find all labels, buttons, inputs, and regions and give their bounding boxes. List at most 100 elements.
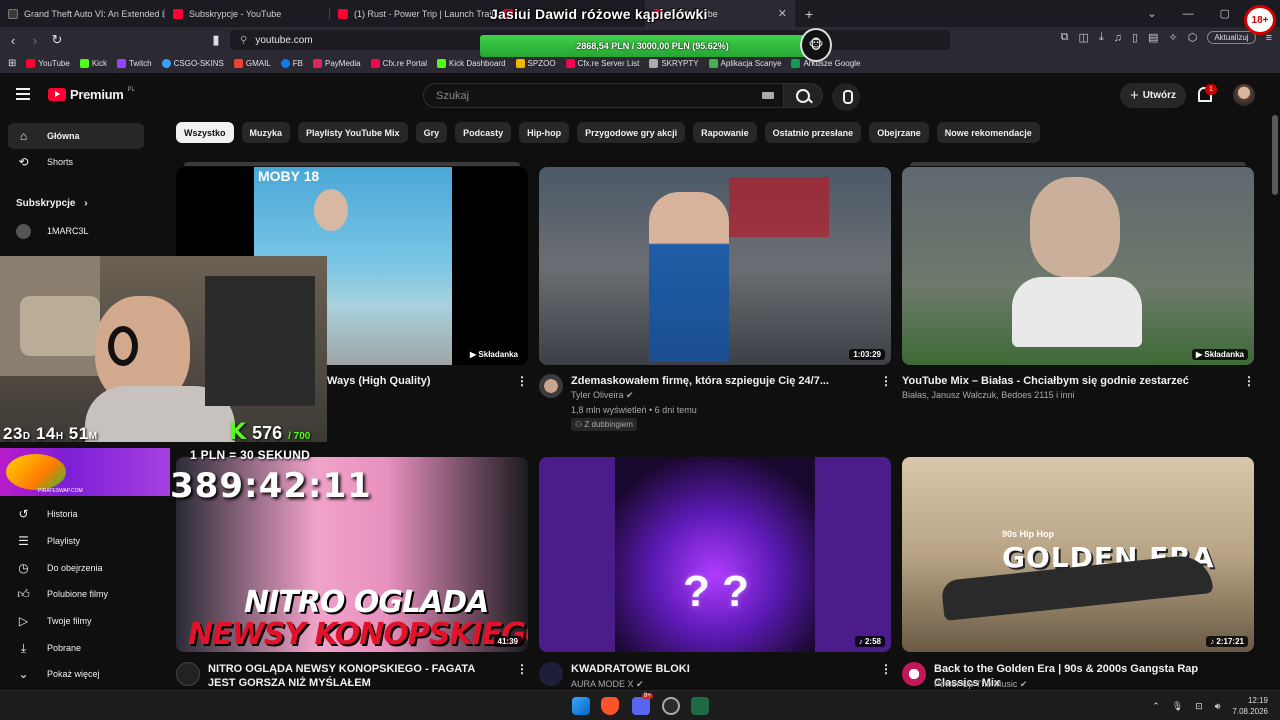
bookmark-item[interactable]: PayMedia — [313, 58, 361, 68]
reload-icon[interactable]: ↻ — [46, 32, 68, 48]
chip[interactable]: Ostatnio przesłane — [764, 122, 862, 143]
sidebar-item-liked[interactable]: 👍︎ Polubione filmy — [8, 581, 144, 607]
more-options-icon[interactable]: ⋮ — [880, 662, 892, 676]
chip[interactable]: Hip-hop — [519, 122, 570, 143]
apps-grid-icon[interactable]: ⊞ — [8, 58, 16, 69]
chip[interactable]: Gry — [415, 122, 448, 143]
music-icon[interactable]: ♫ — [1114, 32, 1122, 44]
video-title[interactable]: Zdemaskowałem firmę, która szpieguje Cię… — [571, 374, 861, 388]
browser-tab[interactable]: Grand Theft Auto VI: An Extended Lo — [0, 0, 165, 27]
bookmark-item[interactable]: YouTube — [26, 58, 70, 68]
chip[interactable]: Obejrzane — [869, 122, 929, 143]
create-button[interactable]: + Utwórz — [1120, 83, 1186, 108]
channel-avatar[interactable] — [176, 662, 200, 686]
browser-tab[interactable]: (1) Rust - Power Trip | Launch Trailer — [330, 0, 495, 27]
bookmark-item[interactable]: Aplikacja Scanye — [708, 58, 781, 68]
video-title[interactable]: YouTube Mix – Białas - Chciałbym się god… — [902, 374, 1232, 388]
chevron-up-icon[interactable]: ⌃ — [1152, 701, 1160, 712]
sidebar-item-home[interactable]: ⌂ Główna — [8, 123, 144, 149]
menu-icon[interactable] — [16, 88, 30, 100]
scrollbar-thumb[interactable] — [1272, 115, 1278, 195]
bookmark-item[interactable]: SKRYPTY — [649, 58, 699, 68]
chip[interactable]: Podcasty — [455, 122, 512, 143]
chip[interactable]: Przygodowe gry akcji — [577, 122, 686, 143]
channel-avatar[interactable] — [539, 662, 563, 686]
forward-icon[interactable]: › — [24, 33, 46, 48]
discord-icon[interactable] — [632, 697, 650, 715]
video-thumbnail[interactable]: 90s Hip Hop GOLDEN ERA ♪ 2:17:21 — [902, 457, 1254, 652]
close-tab-icon[interactable]: ✕ — [778, 7, 787, 20]
bookmark-item[interactable]: GMAIL — [233, 58, 271, 68]
bookmark-item[interactable]: FB — [280, 58, 303, 68]
app-icon[interactable] — [662, 697, 680, 715]
network-icon[interactable]: ⊡ — [1195, 701, 1203, 712]
chip[interactable]: Wszystko — [176, 122, 234, 143]
more-options-icon[interactable]: ⋮ — [516, 662, 528, 676]
sidebar-item-show-more[interactable]: ⌄ Pokaż więcej — [8, 661, 144, 687]
bookmark-item[interactable]: Twitch — [116, 58, 152, 68]
bookmark-icon[interactable]: ▮ — [205, 32, 227, 48]
video-thumbnail[interactable]: 1:03:29 — [539, 167, 891, 365]
avatar[interactable] — [1233, 84, 1255, 106]
excel-icon[interactable] — [691, 697, 709, 715]
new-tab-icon[interactable]: + — [805, 6, 813, 22]
brave-browser-icon[interactable] — [601, 697, 619, 715]
youtube-logo[interactable]: Premium PL — [48, 87, 135, 102]
sidebar-item-watch-later[interactable]: ◷ Do obejrzenia — [8, 555, 144, 581]
channel-name[interactable]: Tyler Oliveira ✔ — [571, 389, 634, 402]
download-icon[interactable]: ⤓ — [1099, 31, 1104, 44]
kick-count: 576 — [252, 423, 283, 443]
sidebar-item-your-videos[interactable]: ▷ Twoje filmy — [8, 608, 144, 634]
bookmark-item[interactable]: Kick — [79, 58, 107, 68]
microphone-icon[interactable]: 🎙︎ — [1172, 701, 1183, 712]
minimize-icon[interactable]: — — [1183, 8, 1194, 20]
bookmark-item[interactable]: Arkusze Google — [791, 58, 860, 68]
more-options-icon[interactable]: ⋮ — [1243, 374, 1255, 388]
bookmark-item[interactable]: Cfx.re Server List — [565, 58, 639, 68]
wallet-icon[interactable]: ▤ — [1148, 31, 1158, 44]
subscriptions-heading[interactable]: Subskrypcje › — [16, 198, 88, 209]
video-thumbnail[interactable]: ▶ Składanka — [902, 167, 1254, 365]
screenshot-icon[interactable]: ◫ — [1079, 31, 1089, 44]
extensions-icon[interactable]: ⧉ — [1061, 31, 1069, 44]
video-title[interactable]: NITRO OGLĄDA NEWSY KONOPSKIEGO - FAGATA … — [208, 662, 498, 690]
browser-tab[interactable]: Subskrypcje - YouTube — [165, 0, 330, 27]
more-options-icon[interactable]: ⋮ — [516, 374, 528, 388]
vpn-icon[interactable]: ⬡ — [1188, 31, 1198, 44]
chip[interactable]: Muzyka — [241, 122, 291, 143]
ai-icon[interactable]: ✧ — [1169, 31, 1178, 44]
sidebar-item-shorts[interactable]: ⟲ Shorts — [8, 149, 144, 175]
bookmark-item[interactable]: Cfx.re Portal — [370, 58, 427, 68]
system-clock[interactable]: 12:19 7.08.2026 — [1232, 695, 1268, 717]
tab-list-icon[interactable]: ⌄ — [1147, 7, 1156, 20]
more-options-icon[interactable]: ⋮ — [880, 374, 892, 388]
chip[interactable]: Rapowanie — [693, 122, 757, 143]
video-thumbnail[interactable]: ? ? ♪ 2:58 — [539, 457, 891, 652]
sidebar-item-downloads[interactable]: ⤓ Pobrane — [8, 635, 144, 661]
chip[interactable]: Playlisty YouTube Mix — [298, 122, 408, 143]
site-info-icon[interactable]: ⚲ — [240, 35, 247, 46]
chip[interactable]: Nowe rekomendacje — [936, 122, 1040, 143]
search-input[interactable]: Szukaj — [423, 83, 785, 108]
system-tray: ⌃ 🎙︎ ⊡ 🔊︎ 12:19 7.08.2026 — [1152, 695, 1268, 717]
bookmark-item[interactable]: Kick Dashboard — [437, 58, 506, 68]
windows-start-icon[interactable] — [572, 697, 590, 715]
sidebar-icon[interactable]: ▯ — [1132, 31, 1138, 44]
maximize-icon[interactable]: ▢ — [1220, 7, 1230, 20]
search-button[interactable] — [783, 83, 823, 108]
sidebar-item-channel[interactable]: 1MARC3L — [8, 218, 144, 244]
keyboard-icon[interactable] — [762, 92, 774, 99]
video-title[interactable]: KWADRATOWE BLOKI — [571, 662, 861, 676]
back-icon[interactable]: ‹ — [2, 33, 24, 48]
voice-search-button[interactable] — [832, 83, 860, 111]
channel-avatar[interactable] — [902, 662, 926, 686]
volume-icon[interactable]: 🔊︎ — [1215, 701, 1221, 712]
video-title[interactable]: Ways (High Quality) — [327, 374, 507, 388]
channel-avatar[interactable] — [539, 374, 563, 398]
sidebar-item-history[interactable]: ↺ Historia — [8, 501, 144, 527]
sidebar-item-playlists[interactable]: ☰ Playlisty — [8, 528, 144, 554]
bookmark-item[interactable]: SPZOO — [515, 58, 556, 68]
update-button[interactable]: Aktualizuj — [1207, 31, 1256, 44]
bookmark-item[interactable]: CSGO-SKINS — [161, 58, 224, 68]
channel-name[interactable]: Białas, Janusz Walczuk, Bedoes 2115 i in… — [902, 389, 1075, 402]
